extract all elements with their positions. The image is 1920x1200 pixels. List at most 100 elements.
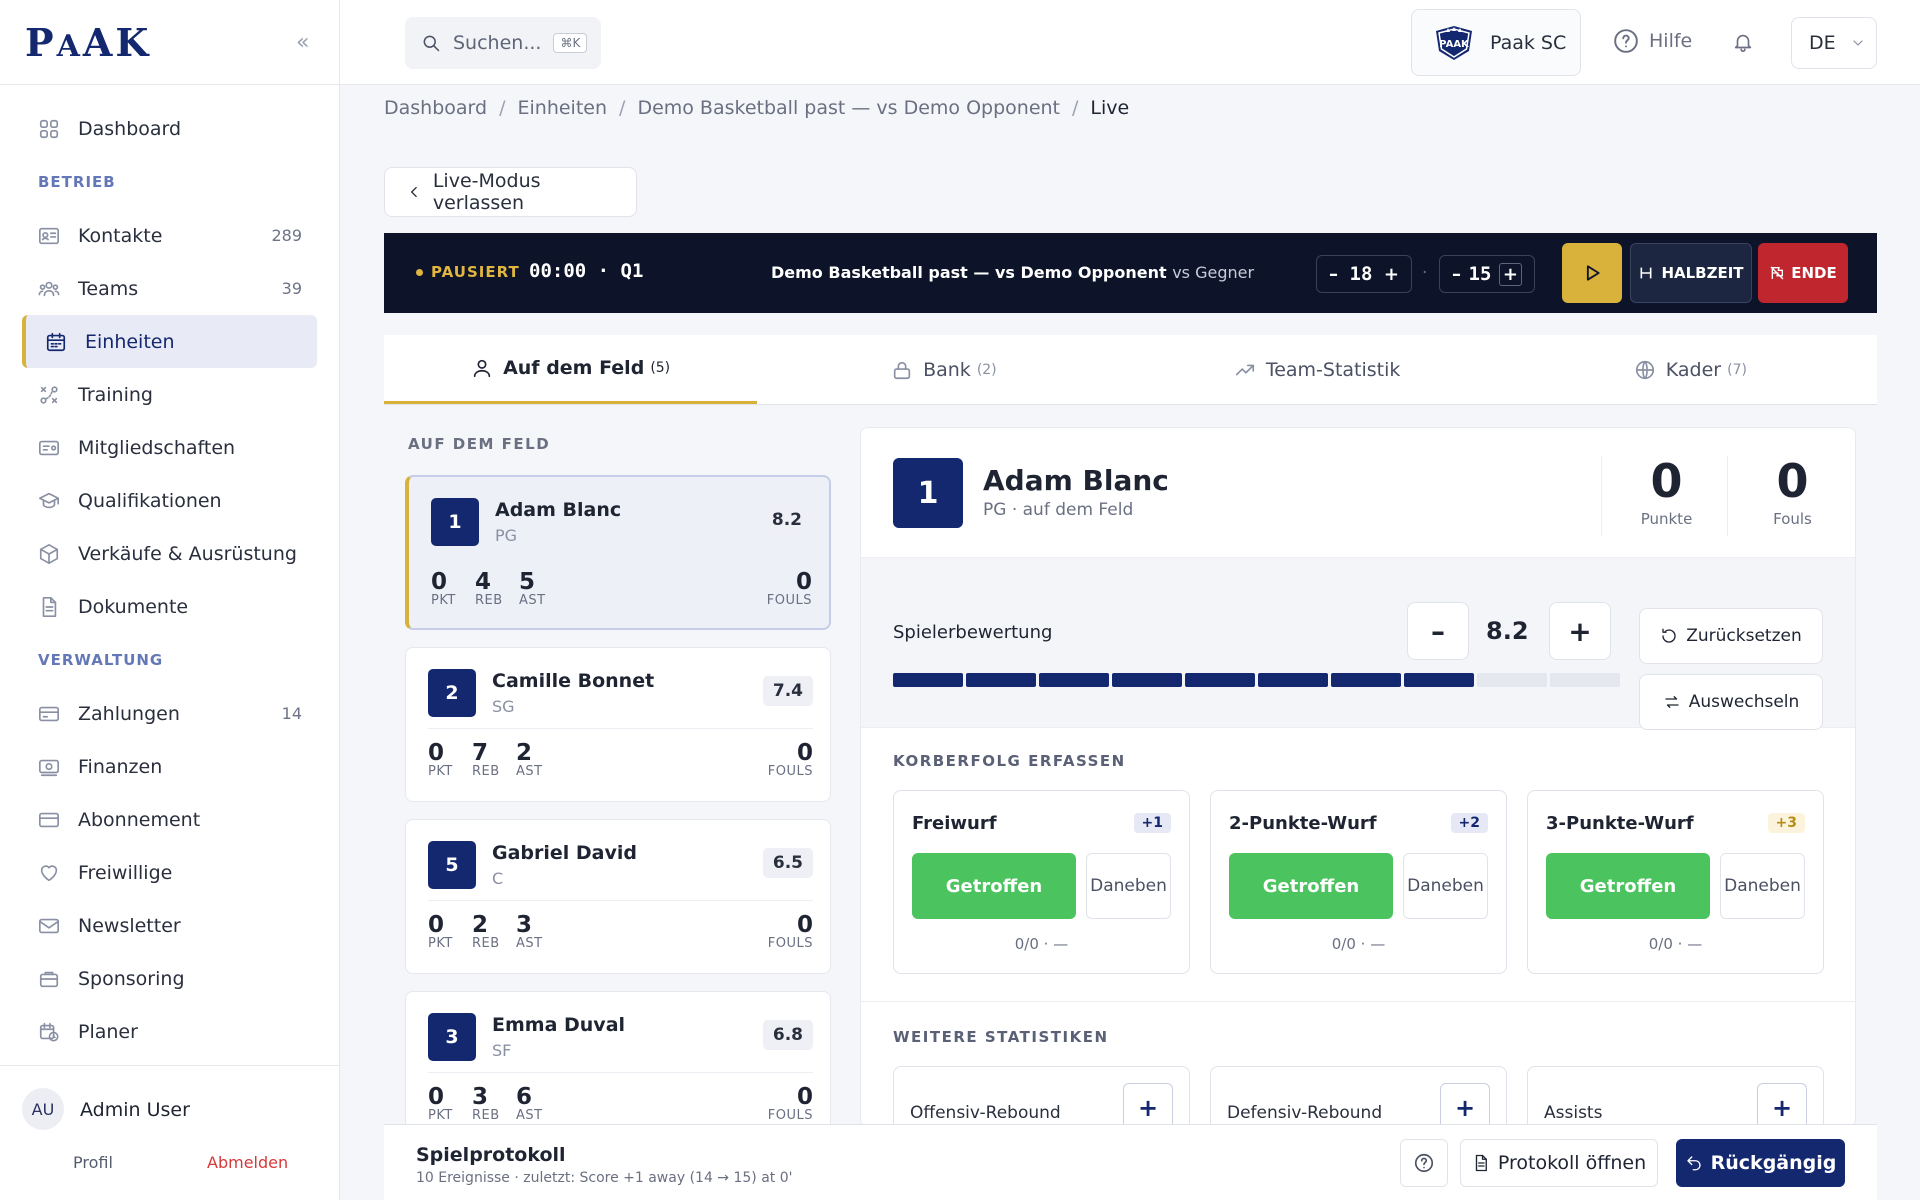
breadcrumb-dashboard[interactable]: Dashboard (384, 97, 487, 119)
sidebar-item-dokumente[interactable]: Dokumente (0, 580, 339, 633)
shot-made-button[interactable]: Getroffen (1546, 853, 1710, 919)
sidebar-item-teams[interactable]: Teams 39 (0, 262, 339, 315)
player-number: 3 (428, 1013, 476, 1061)
shot-missed-button[interactable]: Daneben (1403, 853, 1488, 919)
logout-link[interactable]: Abmelden (207, 1153, 288, 1172)
tab-count: (7) (1727, 361, 1747, 378)
tab-auf-dem-feld[interactable]: Auf dem Feld (5) (384, 335, 758, 404)
breadcrumb-game[interactable]: Demo Basketball past — vs Demo Opponent (637, 97, 1060, 119)
sidebar-item-einheiten[interactable]: Einheiten (22, 315, 317, 368)
player-card[interactable]: 2 Camille Bonnet SG 7.4 0 PKT 7 REB 2 AST 0… (405, 647, 831, 802)
home-score-minus-button[interactable]: – (1329, 264, 1338, 285)
sidebar-item-label: Zahlungen (78, 702, 180, 725)
play-button[interactable] (1562, 243, 1622, 303)
shot-summary: 0/0 · — (1331, 935, 1386, 953)
halftime-button[interactable]: HALBZEIT (1630, 243, 1752, 303)
graduation-cap-icon (39, 492, 59, 508)
shot-missed-button[interactable]: Daneben (1086, 853, 1171, 919)
end-game-label: ENDE (1791, 264, 1837, 282)
document-icon (1475, 1154, 1487, 1172)
home-score-plus-button[interactable]: + (1384, 264, 1399, 285)
language-value: DE (1809, 32, 1836, 54)
undo-button[interactable]: Rückgängig (1676, 1139, 1845, 1187)
sidebar-item-newsletter[interactable]: Newsletter (0, 899, 339, 952)
notifications-button[interactable] (1732, 31, 1754, 53)
package-icon (39, 543, 59, 564)
breadcrumb-einheiten[interactable]: Einheiten (518, 97, 608, 119)
section-verwaltung: VERWALTUNG (38, 651, 164, 669)
tab-team-statistik[interactable]: Team-Statistik (1131, 335, 1504, 404)
search-input[interactable]: Suchen... ⌘K (405, 17, 601, 69)
tab-bank[interactable]: Bank (2) (757, 335, 1130, 404)
help-button[interactable]: Hilfe (1613, 28, 1692, 54)
shot-card-freethrow: Freiwurf +1 Getroffen Daneben 0/0 · — (893, 790, 1190, 974)
shot-points-badge: +1 (1133, 813, 1171, 833)
live-game-bar: PAUSIERT 00:00 · Q1 Demo Basketball past… (384, 233, 1877, 313)
halftime-label: HALBZEIT (1661, 264, 1744, 282)
profile-link[interactable]: Profil (73, 1153, 113, 1172)
sidebar-item-freiwillige[interactable]: Freiwillige (0, 846, 339, 899)
sidebar-item-label: Verkäufe & Ausrüstung (78, 542, 297, 565)
shot-made-button[interactable]: Getroffen (912, 853, 1076, 919)
shot-name: 3-Punkte-Wurf (1546, 813, 1694, 834)
player-card[interactable]: 5 Gabriel David C 6.5 0 PKT 2 REB 3 AST 0 FO… (405, 819, 831, 974)
tab-kader[interactable]: Kader (7) (1504, 335, 1877, 404)
app-logo[interactable]: PAAK (25, 20, 151, 65)
sidebar-item-sponsoring[interactable]: Sponsoring (0, 952, 339, 1005)
sidebar-item-count: 39 (281, 279, 302, 298)
player-rating: 8.2 (761, 505, 812, 535)
avatar[interactable]: AU (22, 1088, 64, 1130)
breadcrumb-separator: / (1072, 97, 1079, 119)
game-clock: 00:00 · Q1 (529, 260, 644, 282)
collapse-sidebar-icon[interactable]: « (296, 30, 309, 55)
sidebar-item-dashboard[interactable]: Dashboard (0, 102, 339, 155)
club-switcher[interactable]: PAAK Paak SC (1411, 9, 1581, 76)
stat-name: Offensiv-Rebound (910, 1103, 1061, 1123)
sidebar-item-zahlungen[interactable]: Zahlungen 14 (0, 687, 339, 740)
sidebar-item-planer[interactable]: Planer (0, 1005, 339, 1058)
player-number: 1 (893, 458, 963, 528)
add-assist-button[interactable]: + (1757, 1083, 1807, 1126)
player-position: SF (492, 1041, 512, 1060)
reset-button[interactable]: Zurücksetzen (1639, 608, 1823, 664)
sidebar-item-training[interactable]: Training (0, 368, 339, 421)
rating-label: Spielerbewertung (893, 622, 1053, 643)
end-game-button[interactable]: ENDE (1758, 243, 1848, 303)
tactics-icon (40, 385, 58, 404)
open-log-button[interactable]: Protokoll öffnen (1460, 1139, 1658, 1187)
shot-summary: 0/0 · — (1648, 935, 1703, 953)
undo-label: Rückgängig (1710, 1152, 1837, 1174)
tab-label: Team-Statistik (1265, 358, 1401, 381)
game-log-bar: Spielprotokoll 10 Ereignisse · zuletzt: … (384, 1124, 1877, 1200)
add-offensive-rebound-button[interactable]: + (1123, 1083, 1173, 1126)
rating-increase-button[interactable]: + (1549, 602, 1611, 660)
shot-name: 2-Punkte-Wurf (1229, 813, 1377, 834)
player-card[interactable]: 1 Adam Blanc PG 8.2 0 PKT 4 REB 5 AST 0 FOUL… (405, 475, 831, 630)
shot-missed-button[interactable]: Daneben (1720, 853, 1805, 919)
substitute-button[interactable]: Auswechseln (1639, 674, 1823, 730)
away-score-plus-button[interactable]: + (1498, 262, 1522, 286)
leave-live-mode-button[interactable]: Live-Modus verlassen (384, 167, 637, 217)
game-log-help-button[interactable] (1400, 1139, 1448, 1187)
sidebar-item-mitgliedschaften[interactable]: Mitgliedschaften (0, 421, 339, 474)
shot-made-button[interactable]: Getroffen (1229, 853, 1393, 919)
shot-section-title: KORBERFOLG ERFASSEN (893, 752, 1126, 770)
sidebar-item-label: Training (78, 383, 153, 406)
sidebar-item-finanzen[interactable]: Finanzen (0, 740, 339, 793)
shot-card-2pt: 2-Punkte-Wurf +2 Getroffen Daneben 0/0 ·… (1210, 790, 1507, 974)
sidebar-item-kontakte[interactable]: Kontakte 289 (0, 209, 339, 262)
player-card[interactable]: 3 Emma Duval SF 6.8 0 PKT 3 REB 6 AST 0 FOUL… (405, 991, 831, 1124)
away-score-minus-button[interactable]: – (1452, 264, 1461, 285)
play-icon (1586, 265, 1600, 281)
language-select[interactable]: DE (1791, 17, 1877, 69)
on-court-heading: AUF DEM FELD (408, 435, 551, 453)
tab-label: Bank (923, 358, 971, 381)
rating-decrease-button[interactable]: – (1407, 602, 1469, 660)
add-defensive-rebound-button[interactable]: + (1440, 1083, 1490, 1126)
sidebar-item-verkaeufe[interactable]: Verkäufe & Ausrüstung (0, 527, 339, 580)
sidebar-item-abonnement[interactable]: Abonnement (0, 793, 339, 846)
stat-name: Defensiv-Rebound (1227, 1103, 1383, 1123)
swap-icon (1665, 696, 1679, 708)
rating-segment (1258, 673, 1328, 687)
sidebar-item-qualifikationen[interactable]: Qualifikationen (0, 474, 339, 527)
